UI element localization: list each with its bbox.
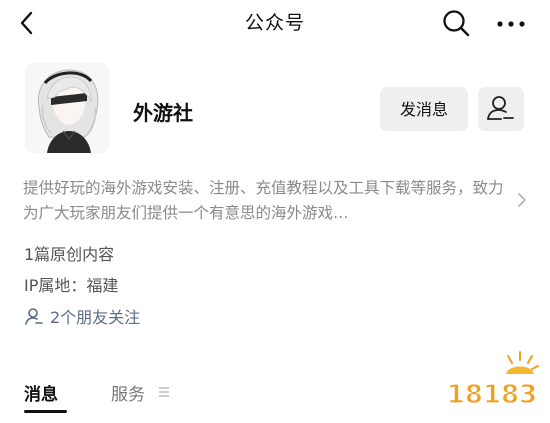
tab-messages[interactable]: 消息 — [24, 380, 58, 405]
description-text: 提供好玩的海外游戏安装、注册、充值教程以及工具下载等服务，致力为广大玩家朋友们提… — [23, 179, 504, 222]
watermark-text: 18183 — [447, 380, 537, 410]
official-account-profile-page: 公众号 外游社 发消息 提供好玩的海外游戏安装、注册、充值教程以及工具下载等服务… — [0, 0, 550, 423]
menu-lines-icon — [159, 387, 169, 397]
search-icon — [443, 10, 470, 37]
more-dots-icon — [497, 21, 525, 27]
selected-tab-indicator — [24, 410, 67, 413]
account-description[interactable]: 提供好玩的海外游戏安装、注册、充值教程以及工具下载等服务，致力为广大玩家朋友们提… — [23, 176, 513, 228]
chevron-right-icon — [518, 193, 526, 207]
friends-following-link[interactable]: 2个朋友关注 — [24, 304, 140, 328]
original-content-count[interactable]: 1篇原创内容 — [24, 241, 114, 265]
top-navigation-bar: 公众号 — [0, 0, 550, 46]
ip-location: IP属地：福建 — [24, 276, 119, 295]
person-follow-icon — [487, 96, 514, 120]
account-avatar[interactable] — [25, 63, 109, 153]
person-icon — [25, 308, 43, 325]
more-options-button[interactable] — [494, 8, 528, 38]
site-watermark-logo: 18183 — [440, 348, 544, 418]
follow-button[interactable] — [478, 87, 524, 131]
avatar-image — [25, 63, 109, 153]
watermark-logo-graphic: 18183 — [446, 351, 539, 411]
account-name: 外游社 — [133, 101, 193, 125]
search-button[interactable] — [441, 8, 471, 38]
send-message-button[interactable]: 发消息 — [380, 87, 468, 131]
tab-services[interactable]: 服务 — [111, 380, 145, 405]
friends-following-text: 2个朋友关注 — [50, 308, 141, 327]
